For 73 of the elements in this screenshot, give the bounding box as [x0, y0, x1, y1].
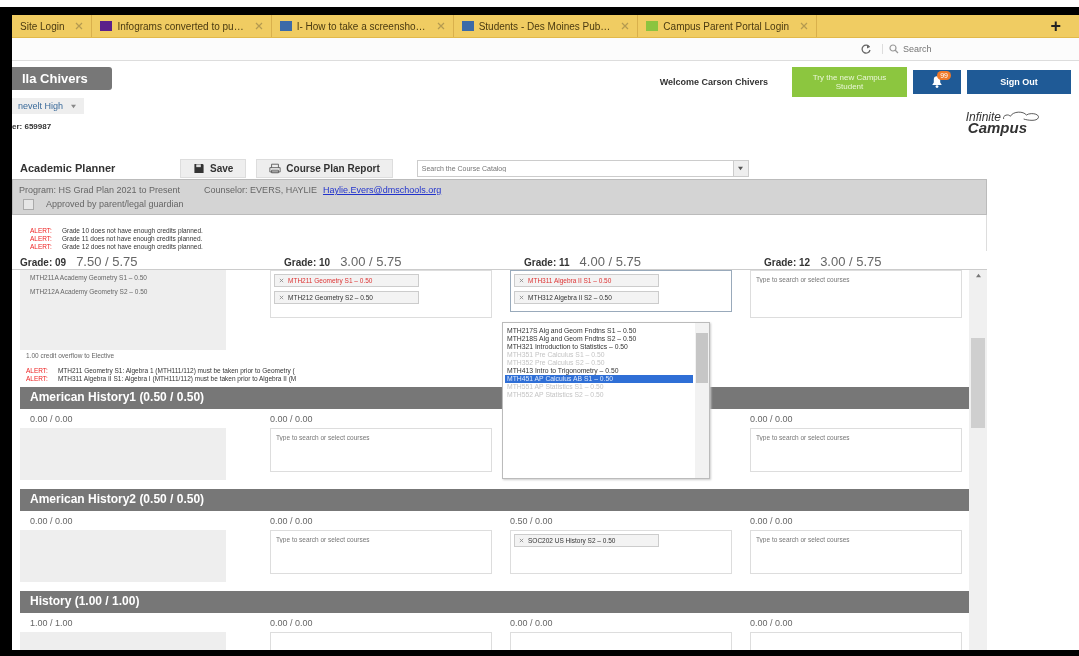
section-header: American History2 (0.50 / 0.50): [20, 489, 970, 511]
student-number: er: 659987: [12, 122, 53, 131]
site-icon: [461, 21, 474, 31]
cell-credits: 0.50 / 0.00: [509, 516, 554, 526]
close-icon[interactable]: [621, 22, 630, 30]
close-icon[interactable]: [254, 22, 263, 30]
grade-label: Grade: 12: [764, 257, 811, 268]
grade-credits: 3.00 / 5.75: [340, 254, 402, 269]
grade-label: Grade: 11: [524, 257, 570, 268]
remove-icon[interactable]: [519, 538, 524, 543]
remove-icon[interactable]: [279, 295, 284, 300]
grade-label: Grade: 09: [20, 257, 67, 268]
site-icon: [279, 21, 292, 31]
printer-icon: [269, 162, 282, 174]
browser-tab[interactable]: Students - Des Moines Pub…: [453, 15, 639, 37]
new-tab-button[interactable]: +: [1050, 15, 1061, 37]
counselor-text: Counselor: EVERS, HAYLIE: [204, 185, 317, 195]
cell-credits: 0.00 / 0.00: [749, 516, 794, 526]
browser-tab[interactable]: Infograms converted to pu…: [92, 15, 272, 37]
scrollbar[interactable]: [695, 323, 709, 478]
cell-credits: 0.00 / 0.00: [749, 414, 794, 424]
remove-icon[interactable]: [279, 278, 284, 283]
cell-credits: 0.00 / 0.00: [29, 414, 74, 424]
tab-title: Site Login: [20, 20, 65, 32]
cell-credits: 0.00 / 0.00: [749, 618, 794, 628]
course-plan-report-button[interactable]: Course Plan Report: [256, 158, 393, 178]
tab-title: Students - Des Moines Pub…: [478, 20, 611, 32]
course-dropdown-list[interactable]: [502, 322, 710, 479]
close-icon[interactable]: [75, 22, 84, 30]
cell-credits: 0.00 / 0.00: [509, 618, 554, 628]
search-icon: [889, 44, 899, 54]
browser-tab[interactable]: Campus Parent Portal Login: [638, 15, 817, 37]
cell-credits: 1.00 / 1.00: [29, 618, 74, 628]
search-field[interactable]: Search: [903, 44, 1053, 54]
save-button[interactable]: Save: [180, 158, 247, 178]
caret-icon: [737, 165, 745, 171]
approval-checkbox[interactable]: [23, 198, 34, 210]
close-icon[interactable]: [800, 22, 808, 30]
remove-icon[interactable]: [519, 295, 524, 300]
scroll-thumb[interactable]: [971, 338, 986, 428]
cell-credits: 0.00 / 0.00: [269, 618, 314, 628]
planner-title: Academic Planner: [20, 162, 117, 174]
cell-credits: 0.00 / 0.00: [269, 516, 314, 526]
grade-credits: 7.50 / 5.75: [76, 254, 138, 269]
welcome-text: Welcome Carson Chivers: [659, 77, 768, 87]
browser-tab[interactable]: Site Login: [12, 15, 93, 37]
remove-icon[interactable]: [519, 278, 524, 283]
section-header: History (1.00 / 1.00): [20, 591, 970, 613]
site-icon: [646, 21, 659, 31]
grade-credits: 4.00 / 5.75: [579, 254, 642, 269]
scroll-up-icon[interactable]: [974, 273, 982, 278]
browser-tab[interactable]: I- How to take a screensho…: [271, 15, 454, 37]
grade-label: Grade: 10: [284, 257, 331, 268]
school-select[interactable]: nevelt High: [12, 98, 84, 114]
close-icon[interactable]: [436, 22, 445, 30]
sign-out-button[interactable]: Sign Out: [967, 70, 1071, 94]
dropdown-button[interactable]: [732, 160, 748, 176]
cell-credits: 0.00 / 0.00: [29, 516, 74, 526]
counselor-email-link[interactable]: Haylie.Evers@dmschools.org: [323, 185, 442, 195]
scrollbar[interactable]: [969, 270, 987, 650]
cell-credits: 0.00 / 0.00: [269, 414, 314, 424]
grade-credits: 3.00 / 5.75: [820, 254, 882, 269]
program-text: Program: HS Grad Plan 2021 to Present: [19, 185, 181, 195]
tab-title: I- How to take a screensho…: [296, 20, 426, 32]
site-icon: [100, 21, 113, 31]
reload-icon[interactable]: [860, 43, 872, 55]
tab-title: Infograms converted to pu…: [117, 20, 244, 32]
caret-icon: [69, 104, 77, 109]
logo-text: Infinite: [965, 110, 1001, 124]
approval-label: Approved by parent/legal guardian: [46, 199, 184, 209]
student-name-tab[interactable]: lla Chivers: [12, 67, 112, 90]
scroll-thumb[interactable]: [696, 333, 708, 383]
tab-title: Campus Parent Portal Login: [663, 20, 789, 32]
